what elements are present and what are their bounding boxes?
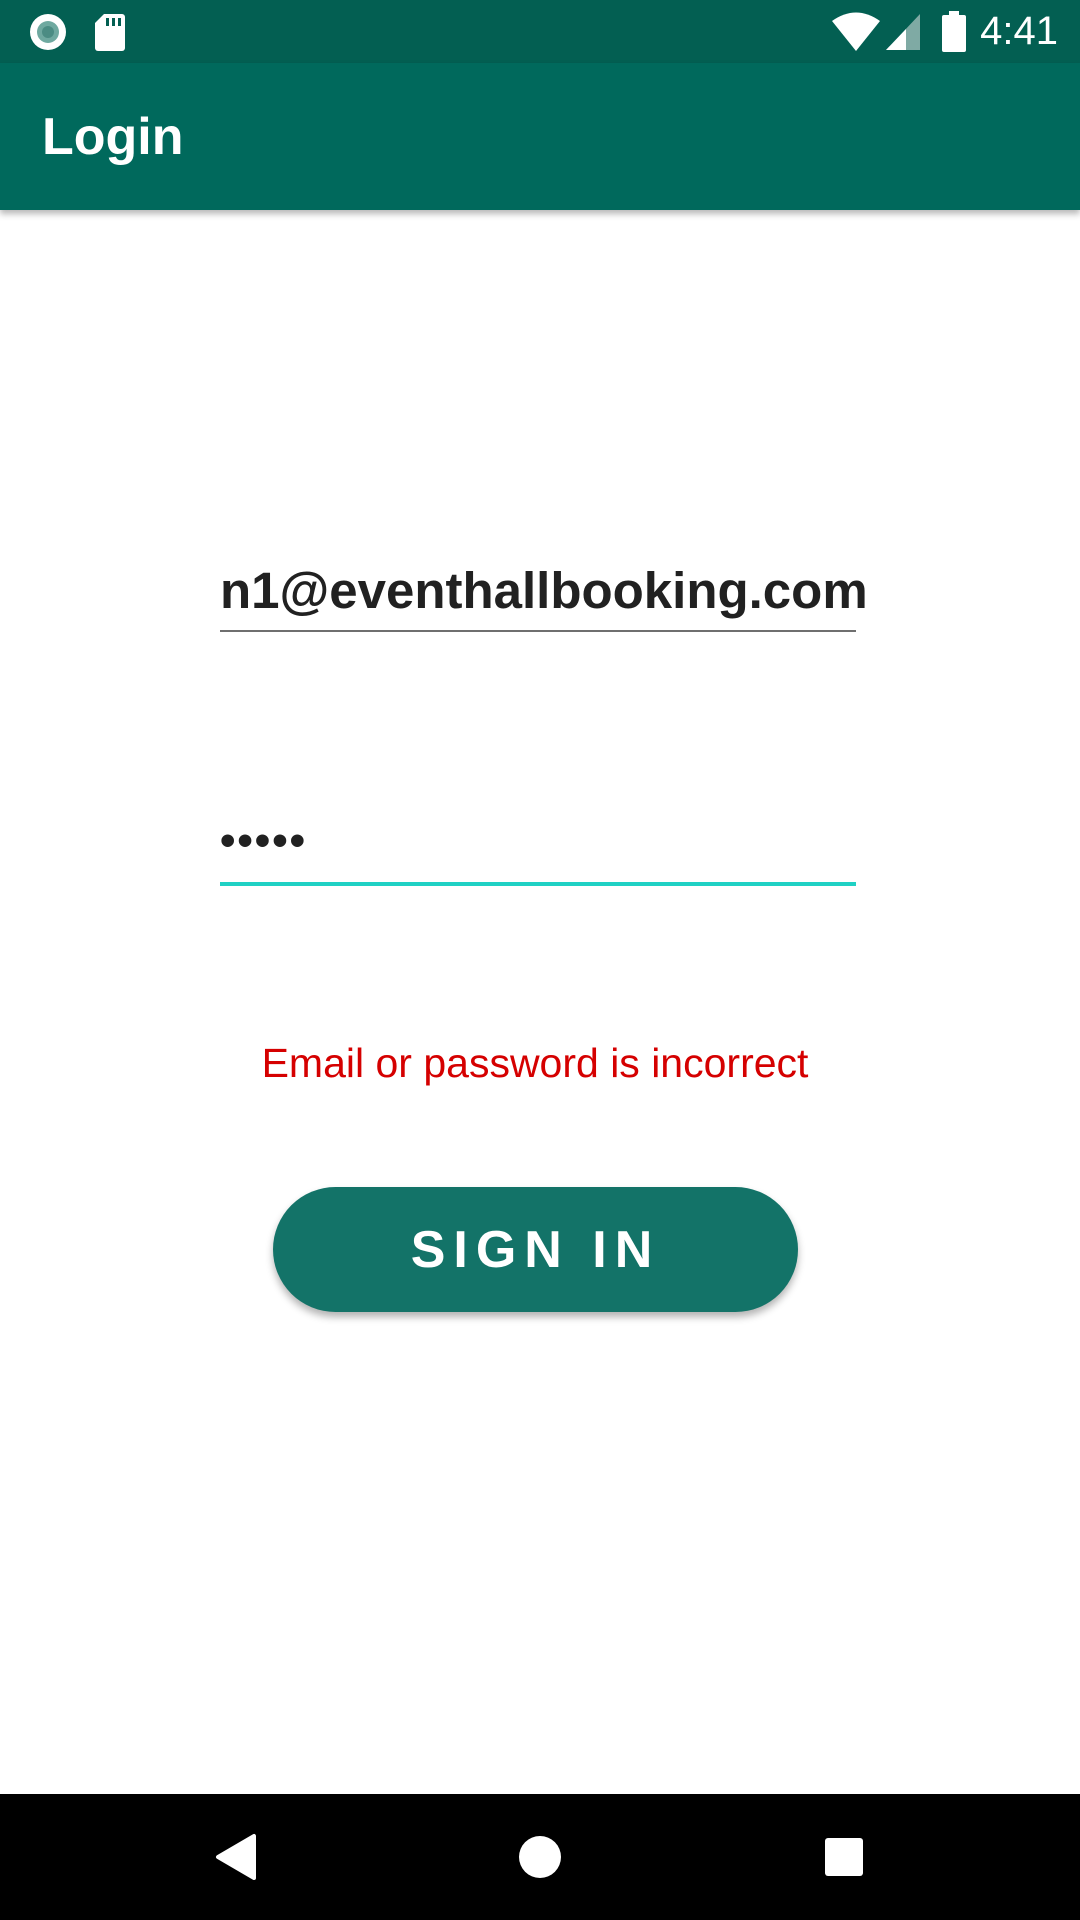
password-value: ••••• <box>220 816 308 865</box>
password-field[interactable]: ••••• <box>220 800 856 886</box>
page-title: Login <box>42 107 184 166</box>
status-bar: 4:41 <box>0 0 1080 63</box>
back-icon[interactable] <box>176 1794 296 1920</box>
email-field[interactable]: n1@eventhallbooking.com <box>220 548 868 632</box>
app-bar: Login <box>0 63 1080 210</box>
wifi-icon <box>830 0 882 63</box>
cell-signal-icon <box>884 0 922 63</box>
battery-icon <box>940 0 968 63</box>
sign-in-button[interactable]: SIGN IN <box>273 1187 798 1312</box>
home-icon[interactable] <box>480 1794 600 1920</box>
record-icon <box>26 0 70 63</box>
navigation-bar <box>0 1794 1080 1920</box>
error-message: Email or password is incorrect <box>261 1040 809 1086</box>
recents-icon[interactable] <box>784 1794 904 1920</box>
status-time: 4:41 <box>980 9 1058 53</box>
sd-card-icon <box>92 0 128 63</box>
email-value: n1@eventhallbooking.com <box>220 562 868 619</box>
